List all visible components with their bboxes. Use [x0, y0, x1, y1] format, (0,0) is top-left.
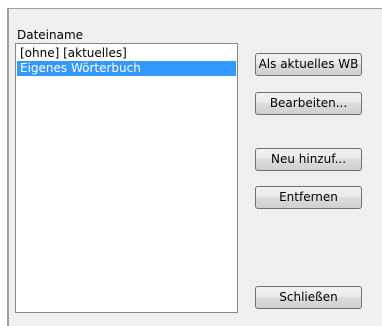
close-button[interactable]: Schließen	[255, 286, 362, 309]
list-item-none-current[interactable]: [ohne] [aktuelles]	[17, 46, 236, 61]
edit-button[interactable]: Bearbeiten...	[255, 92, 362, 115]
list-item-own-dictionary[interactable]: Eigenes Wörterbuch	[17, 61, 236, 76]
dictionary-listbox[interactable]: [ohne] [aktuelles] Eigenes Wörterbuch	[15, 43, 238, 313]
filename-label: Dateiname	[17, 28, 84, 42]
set-current-dictionary-button[interactable]: Als aktuelles WB	[255, 53, 362, 76]
add-new-button[interactable]: Neu hinzuf...	[255, 148, 362, 171]
remove-button[interactable]: Entfernen	[255, 186, 362, 209]
